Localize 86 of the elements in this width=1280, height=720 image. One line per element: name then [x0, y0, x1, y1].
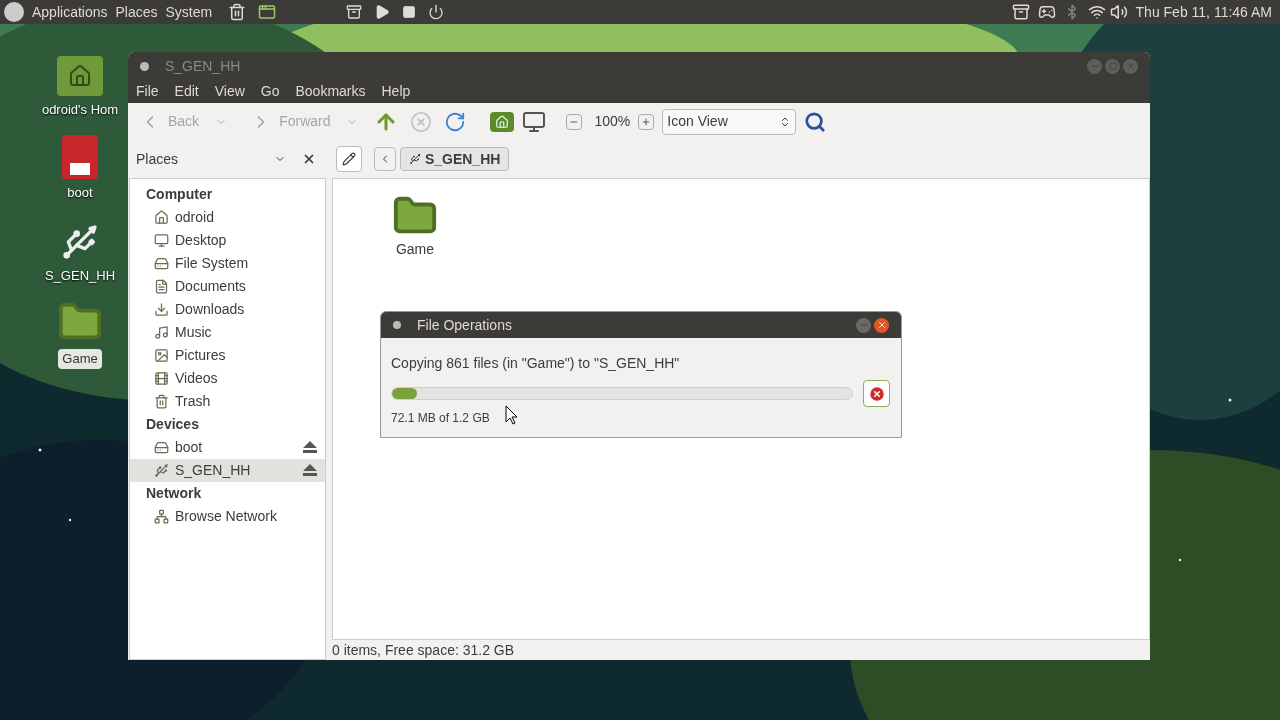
- copy-message: Copying 861 files (in "Game") to "S_GEN_HH": [391, 354, 681, 373]
- view-select[interactable]: Icon View: [662, 108, 797, 135]
- monitor-icon: [154, 233, 169, 248]
- sidebar-item[interactable]: Documents: [130, 275, 325, 298]
- zoom-level: 100%: [594, 112, 631, 131]
- close-icon[interactable]: [302, 152, 316, 166]
- archive-icon[interactable]: [1011, 3, 1030, 21]
- film-icon: [154, 371, 169, 386]
- usb-icon: [154, 463, 169, 478]
- sidebar-item[interactable]: boot: [130, 436, 325, 459]
- sidebar-heading: Computer: [145, 185, 214, 204]
- edit-button[interactable]: [336, 146, 362, 172]
- logo-icon[interactable]: [4, 2, 24, 22]
- panel-menu[interactable]: Applications: [32, 1, 108, 23]
- search-icon[interactable]: [804, 110, 827, 133]
- status-text: 0 items, Free space: 31.2 GB: [332, 640, 515, 660]
- sidebar-item[interactable]: odroid: [130, 206, 325, 229]
- archive-icon[interactable]: [346, 4, 363, 20]
- pencil-icon: [342, 152, 356, 166]
- music-icon: [154, 325, 169, 340]
- monitor-icon[interactable]: [522, 109, 547, 134]
- sidebar-heading: Devices: [145, 415, 200, 434]
- usb-icon: [60, 222, 100, 262]
- wifi-icon[interactable]: [1087, 3, 1106, 21]
- drive-icon: [154, 440, 169, 455]
- menu-item[interactable]: File: [136, 81, 159, 102]
- power-icon[interactable]: [428, 4, 445, 20]
- panel-menu[interactable]: Places: [115, 1, 158, 23]
- usb-icon: [409, 153, 421, 165]
- sidebar-item[interactable]: Browse Network: [130, 505, 325, 528]
- home-folder-icon[interactable]: [490, 111, 515, 132]
- download-icon: [154, 302, 169, 317]
- drive-icon: [154, 256, 169, 271]
- window-icon[interactable]: [258, 3, 277, 21]
- play-icon[interactable]: [374, 4, 391, 20]
- sidebar-item[interactable]: Videos: [130, 367, 325, 390]
- mouse-cursor-icon: [505, 405, 518, 425]
- network-icon: [154, 509, 169, 524]
- menu-item[interactable]: Go: [260, 81, 280, 102]
- sidebar-item[interactable]: Desktop: [130, 229, 325, 252]
- square-icon: [1108, 62, 1117, 70]
- sd-card-icon: [62, 135, 98, 179]
- sidebar-item[interactable]: Trash: [130, 390, 325, 413]
- home-icon: [154, 210, 169, 225]
- file-name[interactable]: Game: [395, 239, 435, 260]
- sidebar-item[interactable]: Pictures: [130, 344, 325, 367]
- window-title: S_GEN_HH: [165, 56, 241, 76]
- desktop-icon-label[interactable]: S_GEN_HH: [40, 266, 120, 286]
- cancel-button[interactable]: [863, 380, 890, 407]
- menu-item[interactable]: View: [214, 81, 245, 102]
- sidebar-title[interactable]: Places: [136, 148, 179, 170]
- dialog-title: File Operations: [417, 315, 512, 335]
- stop-icon[interactable]: [402, 5, 417, 19]
- eject-icon[interactable]: [303, 441, 317, 454]
- clock[interactable]: Thu Feb 11, 11:46 AM: [1135, 1, 1272, 23]
- close-icon: [1125, 61, 1136, 71]
- trash-icon: [154, 394, 169, 409]
- close-icon: [876, 320, 887, 330]
- sidebar-item[interactable]: Music: [130, 321, 325, 344]
- sidebar-heading: Network: [145, 484, 203, 503]
- eject-icon[interactable]: [303, 464, 317, 477]
- reload-icon[interactable]: [444, 110, 467, 133]
- desktop-icon-label[interactable]: boot: [63, 183, 97, 203]
- sidebar-item[interactable]: Downloads: [130, 298, 325, 321]
- plus-icon: [641, 116, 652, 127]
- desktop-icon-label[interactable]: Game: [58, 349, 102, 369]
- close-button[interactable]: [874, 317, 889, 333]
- sidebar-item[interactable]: S_GEN_HH: [130, 459, 325, 482]
- home-folder-icon: [57, 56, 103, 96]
- gamepad-icon[interactable]: [1037, 3, 1056, 21]
- panel-menu[interactable]: System: [165, 1, 213, 23]
- path-back-button[interactable]: [374, 147, 396, 171]
- trash-icon[interactable]: [228, 3, 247, 21]
- sidebar-item[interactable]: File System: [130, 252, 325, 275]
- path-button[interactable]: S_GEN_HH: [400, 147, 510, 171]
- cancel-icon: [867, 384, 886, 403]
- volume-icon[interactable]: [1109, 3, 1128, 21]
- desktop-icon-label[interactable]: odroid's Hom: [37, 100, 123, 120]
- menu-item[interactable]: Edit: [174, 81, 199, 102]
- progress-detail: 72.1 MB of 1.2 GB: [391, 410, 490, 427]
- window-menu-icon[interactable]: [140, 61, 149, 71]
- document-icon: [154, 279, 169, 294]
- image-icon: [154, 348, 169, 363]
- menu-item[interactable]: Bookmarks: [295, 81, 366, 102]
- window-menu-icon[interactable]: [393, 321, 401, 329]
- menu-item[interactable]: Help: [381, 81, 411, 102]
